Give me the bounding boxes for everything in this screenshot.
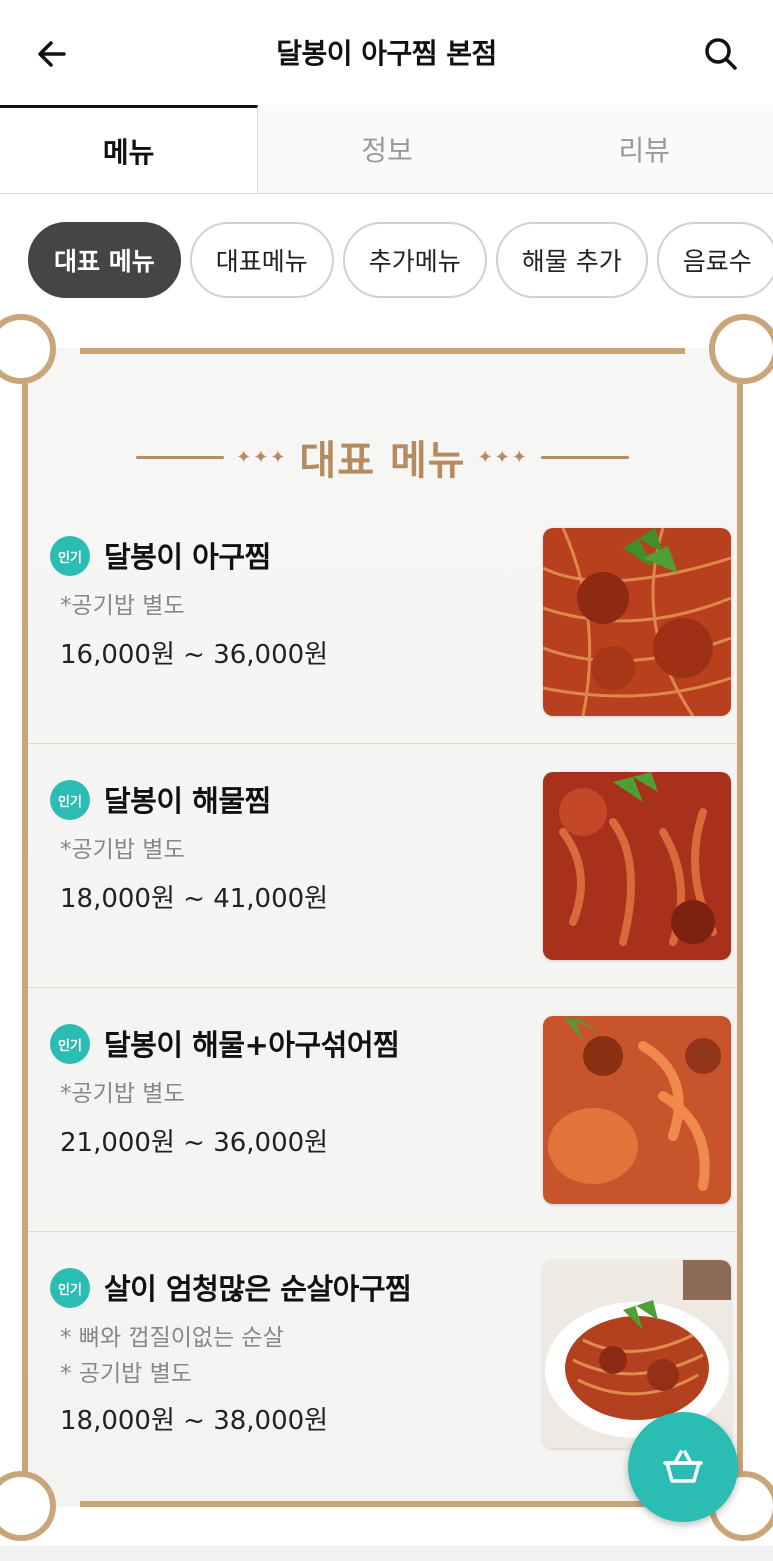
- heading-ornament: ✦✦✦: [477, 446, 529, 468]
- popular-badge: 인기: [50, 780, 90, 820]
- section-heading: ✦✦✦ 대표 메뉴 ✦✦✦: [12, 428, 753, 486]
- menu-item-note: *공기밥 별도: [60, 837, 185, 863]
- tab-bar: 메뉴 정보 리뷰: [0, 105, 773, 194]
- menu-item-note: *공기밥 별도: [60, 1081, 185, 1107]
- chip-drinks[interactable]: 음료수: [656, 222, 773, 298]
- menu-item-price: 21,000원 ~ 36,000원: [60, 1128, 329, 1158]
- popular-badge: 인기: [50, 1024, 90, 1064]
- board-top-border: [80, 348, 685, 354]
- menu-item-note: * 뼈와 껍질이없는 순살: [60, 1325, 284, 1351]
- search-icon: [705, 38, 737, 70]
- cart-button[interactable]: [628, 1412, 738, 1522]
- menu-item-photo: [543, 772, 731, 960]
- menu-item-name: 달봉이 아구찜: [104, 540, 271, 574]
- app-header: 달봉이 아구찜 본점: [0, 0, 773, 105]
- heading-line: [540, 455, 629, 459]
- menu-item[interactable]: 인기 달봉이 해물찜 *공기밥 별도 18,000원 ~ 41,000원: [28, 744, 737, 988]
- tab-info[interactable]: 정보: [258, 105, 516, 193]
- search-button[interactable]: [697, 30, 745, 78]
- menu-item-price: 18,000원 ~ 41,000원: [60, 884, 329, 914]
- chip-signature-menu[interactable]: 대표 메뉴: [28, 222, 181, 298]
- chip-additional-menu[interactable]: 추가메뉴: [342, 222, 487, 298]
- menu-item[interactable]: 인기 달봉이 해물+아구섞어찜 *공기밥 별도 21,000원 ~ 36,000…: [28, 988, 737, 1232]
- menu-item-name: 달봉이 해물+아구섞어찜: [104, 1028, 400, 1062]
- menu-item[interactable]: 인기 달봉이 아구찜 *공기밥 별도 16,000원 ~ 36,000원: [28, 500, 737, 744]
- menu-item-note: *공기밥 별도: [60, 593, 185, 619]
- basket-icon: [663, 1450, 703, 1483]
- bottom-strip: [0, 1546, 773, 1561]
- heading-ornament: ✦✦✦: [236, 446, 288, 468]
- category-chips: 대표 메뉴 대표메뉴 추가메뉴 해물 추가 음료수: [28, 222, 773, 298]
- page-title: 달봉이 아구찜 본점: [276, 37, 497, 70]
- tab-label: 정보: [361, 134, 413, 167]
- tab-label: 메뉴: [102, 135, 155, 169]
- chip-seafood-addon[interactable]: 해물 추가: [495, 222, 648, 298]
- heading-line: [136, 455, 225, 459]
- menu-item-price: 18,000원 ~ 38,000원: [60, 1406, 329, 1436]
- menu-item-note: * 공기밥 별도: [60, 1361, 192, 1387]
- menu-item-photo: [543, 1016, 731, 1204]
- menu-board: ✦✦✦ 대표 메뉴 ✦✦✦ 인기 달봉이 아구찜 *공기밥 별도 16,000원…: [0, 314, 773, 1541]
- popular-badge: 인기: [50, 1268, 90, 1308]
- board-corner: [709, 314, 773, 384]
- section-title: 대표 메뉴: [299, 438, 466, 484]
- menu-item-price: 16,000원 ~ 36,000원: [60, 640, 329, 670]
- menu-item-name: 살이 엄청많은 순살아구찜: [104, 1272, 412, 1306]
- tab-reviews[interactable]: 리뷰: [515, 105, 773, 193]
- menu-list: 인기 달봉이 아구찜 *공기밥 별도 16,000원 ~ 36,000원 인기 …: [28, 500, 737, 1492]
- menu-item-photo: [543, 528, 731, 716]
- board-bottom-border: [80, 1501, 685, 1507]
- tab-menu[interactable]: 메뉴: [0, 105, 259, 193]
- popular-badge: 인기: [50, 536, 90, 576]
- menu-item-name: 달봉이 해물찜: [104, 784, 271, 818]
- chip-signature-menu-2[interactable]: 대표메뉴: [189, 222, 334, 298]
- tab-label: 리뷰: [618, 134, 671, 167]
